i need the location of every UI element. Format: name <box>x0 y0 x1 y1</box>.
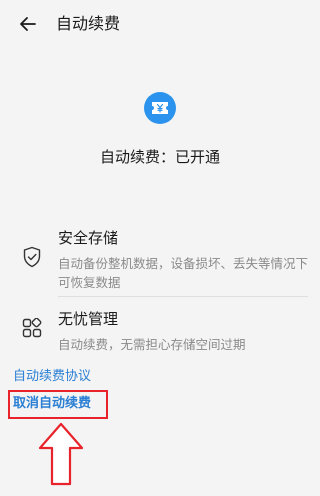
divider <box>58 296 308 297</box>
feature-secure-storage: 安全存储 自动备份整机数据，设备损坏、丢失等情况下可恢复数据 <box>20 228 310 292</box>
shield-check-icon <box>20 245 44 269</box>
page-title: 自动续费 <box>56 14 121 33</box>
app-header: 自动续费 <box>0 0 320 48</box>
back-arrow-icon <box>20 17 36 31</box>
feature-title: 无忧管理 <box>58 310 119 328</box>
feature-worry-free-management: 无忧管理 自动续费，无需担心存储空间过期 <box>20 309 310 353</box>
status-text: 自动续费：已开通 <box>99 148 220 166</box>
grid-apps-icon <box>20 316 44 340</box>
feature-title: 安全存储 <box>58 229 119 247</box>
feature-description: 自动备份整机数据，设备损坏、丢失等情况下可恢复数据 <box>58 256 309 290</box>
yen-ticket-icon <box>144 92 176 124</box>
cancel-auto-renew-link[interactable]: 取消自动续费 <box>13 395 91 413</box>
back-button[interactable] <box>14 10 42 38</box>
auto-renew-agreement-link[interactable]: 自动续费协议 <box>13 368 91 386</box>
up-arrow-icon <box>38 422 84 486</box>
feature-description: 自动续费，无需担心存储空间过期 <box>58 337 246 352</box>
